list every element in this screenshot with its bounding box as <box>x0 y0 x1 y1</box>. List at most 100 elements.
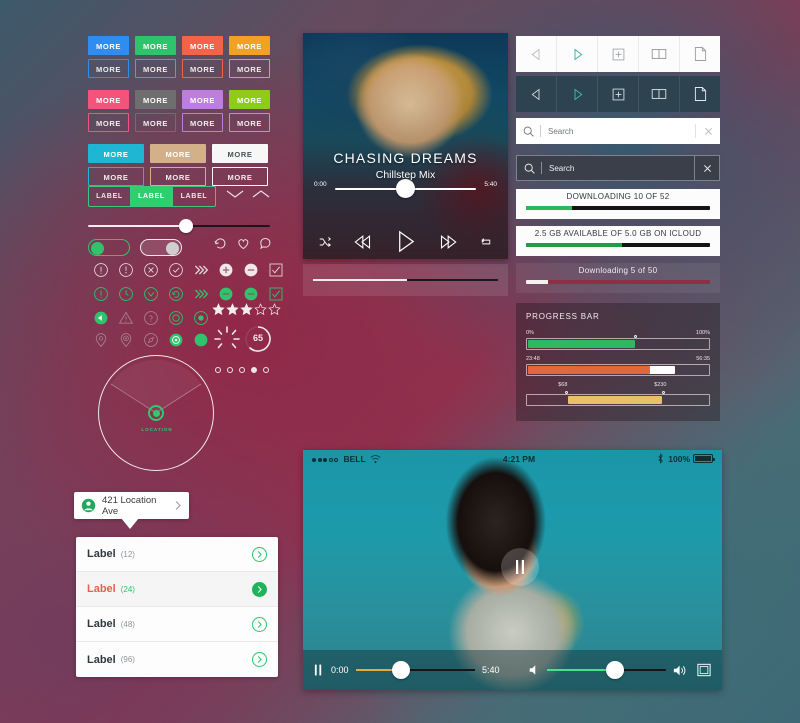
location-dot-icon[interactable] <box>163 329 188 351</box>
chevron-right-icon[interactable] <box>252 581 267 597</box>
chevron-up-icon[interactable] <box>251 188 271 200</box>
toolbar-item-plus-box[interactable] <box>598 87 638 102</box>
chevrons-right-icon[interactable] <box>188 283 213 305</box>
toolbar-item-back-arrow[interactable] <box>516 47 556 62</box>
volume-circle-icon[interactable] <box>88 307 113 329</box>
plus-circle-icon[interactable] <box>213 259 238 281</box>
list-item[interactable]: Label (24) <box>76 572 278 607</box>
checkbox-checked-icon[interactable] <box>263 259 288 281</box>
chevrons-right-icon[interactable] <box>188 259 213 281</box>
chevron-right-icon[interactable] <box>174 500 182 511</box>
more-button[interactable]: MORE <box>88 90 129 109</box>
fullscreen-icon[interactable] <box>697 663 711 677</box>
pagination-dot[interactable] <box>227 367 233 373</box>
more-button-outline[interactable]: MORE <box>88 167 144 186</box>
clear-icon[interactable] <box>702 163 713 174</box>
refresh-circle-icon[interactable] <box>163 283 188 305</box>
more-button-outline[interactable]: MORE <box>212 167 268 186</box>
star-rating[interactable] <box>212 303 281 321</box>
play-icon[interactable] <box>393 229 418 254</box>
question-circle-icon[interactable] <box>138 307 163 329</box>
more-button[interactable]: MORE <box>229 36 270 55</box>
star-empty-icon[interactable] <box>254 303 267 321</box>
toggle-knob[interactable] <box>91 242 104 255</box>
video-player[interactable]: BELL 4:21 PM 100% 0:00 5:40 <box>303 450 722 690</box>
more-button-outline[interactable]: MORE <box>135 113 176 132</box>
volume-low-icon[interactable] <box>528 664 540 676</box>
clock-circle-icon[interactable] <box>113 283 138 305</box>
slider-knob[interactable] <box>179 219 194 233</box>
star-filled-icon[interactable] <box>240 303 253 321</box>
more-button-outline[interactable]: MORE <box>182 113 223 132</box>
next-icon[interactable] <box>439 232 459 252</box>
list-item[interactable]: Label (96) <box>76 642 278 677</box>
more-button-outline[interactable]: MORE <box>88 113 129 132</box>
more-button[interactable]: MORE <box>150 144 206 163</box>
pagination-dot[interactable] <box>215 367 221 373</box>
target-pin-icon[interactable] <box>113 329 138 351</box>
compass-icon[interactable] <box>138 329 163 351</box>
exclamation-circle-icon[interactable] <box>113 259 138 281</box>
more-button[interactable]: MORE <box>229 90 270 109</box>
previous-icon[interactable] <box>352 232 372 252</box>
toolbar-item-forward-arrow[interactable] <box>557 87 597 102</box>
more-button[interactable]: MORE <box>135 36 176 55</box>
down-circle-icon[interactable] <box>138 283 163 305</box>
chevron-right-icon[interactable] <box>252 546 267 562</box>
more-button-outline[interactable]: MORE <box>88 59 129 78</box>
video-volume-slider[interactable] <box>546 660 666 680</box>
toolbar-item-forward-arrow[interactable] <box>557 47 597 62</box>
repeat-icon[interactable] <box>480 236 492 248</box>
toolbar-item-plus-box[interactable] <box>598 47 638 62</box>
toolbar-item-page[interactable] <box>680 86 720 102</box>
shuffle-icon[interactable] <box>319 236 331 248</box>
pause-icon[interactable] <box>314 664 323 676</box>
video-volume-knob[interactable] <box>605 661 624 679</box>
progress-3-pin-end[interactable] <box>661 391 665 394</box>
more-button-outline[interactable]: MORE <box>150 167 206 186</box>
list-item[interactable]: Label (48) <box>76 607 278 642</box>
more-button[interactable]: MORE <box>182 36 223 55</box>
progress-3-pin-start[interactable] <box>565 391 569 394</box>
pagination-dot[interactable] <box>251 367 257 373</box>
more-button-outline[interactable]: MORE <box>135 59 176 78</box>
volume-high-icon[interactable] <box>673 664 688 677</box>
close-circle-icon[interactable] <box>138 259 163 281</box>
music-player[interactable]: 0:00 5:40 CHASING DREAMS Chillstep Mix <box>303 33 508 259</box>
segment-item[interactable]: LABEL <box>173 187 215 206</box>
toolbar-dark[interactable] <box>516 76 720 112</box>
warning-triangle-icon[interactable] <box>113 307 138 329</box>
list-item[interactable]: Label (12) <box>76 537 278 572</box>
toggle-off[interactable] <box>140 239 182 256</box>
toolbar-light[interactable] <box>516 36 720 72</box>
heart-icon[interactable] <box>236 236 251 251</box>
pagination-dots[interactable] <box>215 367 269 373</box>
chevron-right-icon[interactable] <box>252 652 267 667</box>
refresh-icon[interactable] <box>213 236 228 251</box>
segmented-control[interactable]: LABEL LABEL LABEL <box>88 186 216 207</box>
segment-item[interactable]: LABEL <box>89 187 131 206</box>
more-button[interactable]: MORE <box>182 90 223 109</box>
location-filled-icon[interactable] <box>188 329 213 351</box>
chevron-down-icon[interactable] <box>225 188 245 200</box>
radio-selected-icon[interactable] <box>188 307 213 329</box>
segment-item[interactable]: LABEL <box>131 187 173 206</box>
toolbar-item-book[interactable] <box>639 47 679 61</box>
search-bar-dark[interactable]: Search <box>516 155 720 181</box>
music-seek-knob[interactable] <box>396 179 415 198</box>
music-controls[interactable] <box>303 229 508 254</box>
star-empty-icon[interactable] <box>268 303 281 321</box>
toggle-on[interactable] <box>88 239 130 256</box>
check-circle-icon[interactable] <box>163 259 188 281</box>
more-button[interactable]: MORE <box>135 90 176 109</box>
info-circle-icon[interactable] <box>88 283 113 305</box>
more-button-outline[interactable]: MORE <box>229 59 270 78</box>
progress-3-track[interactable] <box>526 391 710 406</box>
video-seek-slider[interactable] <box>355 660 475 680</box>
progress-1-track[interactable] <box>526 335 710 350</box>
video-seek-knob[interactable] <box>391 661 410 679</box>
toolbar-item-back-arrow[interactable] <box>516 87 556 102</box>
more-button[interactable]: MORE <box>212 144 268 163</box>
comment-icon[interactable] <box>258 236 273 251</box>
progress-1-pin[interactable] <box>634 335 638 338</box>
